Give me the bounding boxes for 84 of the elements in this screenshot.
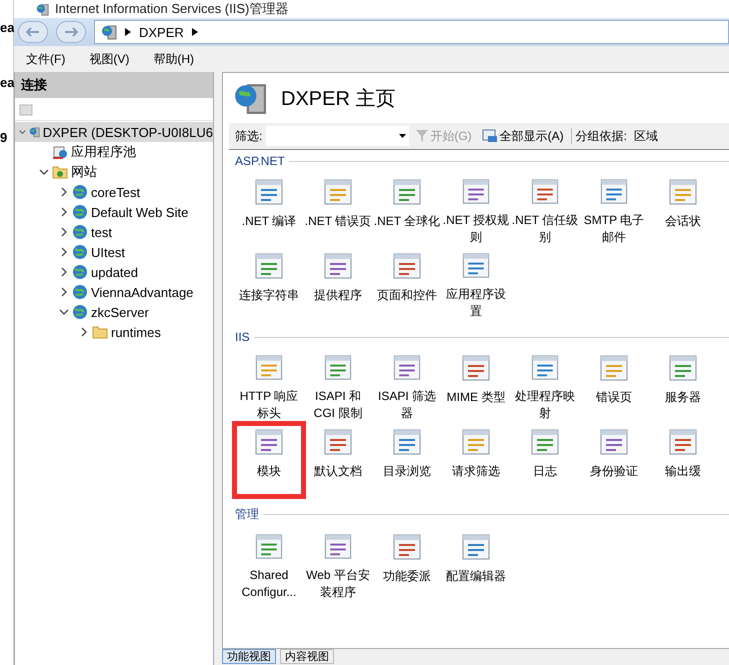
feature-tile[interactable]: 提供程序 [304, 248, 372, 320]
feature-tile[interactable]: .NET 编译 [235, 174, 303, 246]
group-by-dropdown[interactable]: 区域 [631, 128, 662, 144]
feature-tile[interactable]: Web 平台安装程序 [304, 529, 372, 601]
tree-item[interactable]: runtimes [15, 322, 213, 342]
folder-globe-icon [52, 165, 68, 179]
address-bar[interactable]: DXPER [94, 20, 729, 44]
feature-tile[interactable]: Shared Configur... [235, 529, 303, 601]
page-title: DXPER 主页 [281, 86, 396, 112]
feature-tile[interactable]: 默认文档 [304, 424, 372, 496]
breadcrumb-item[interactable]: DXPER [139, 24, 184, 40]
window-title: Internet Information Services (IIS)管理器 [55, 1, 288, 17]
globe-icon [72, 224, 88, 240]
panel-title: 连接 [15, 72, 213, 98]
filter-label: 筛选: [235, 128, 262, 144]
group-title: ASP.NET [235, 154, 285, 168]
feature-tile[interactable]: 连接字符串 [235, 248, 303, 320]
group-title: 管理 [235, 506, 259, 523]
window-icon [482, 129, 498, 143]
feature-tile[interactable]: 页面和控件 [373, 248, 441, 320]
funnel-icon [416, 130, 428, 142]
background-text: ea [0, 75, 13, 90]
arrow-icon [125, 28, 131, 36]
pool-icon [52, 144, 68, 160]
group-title: IIS [235, 330, 250, 344]
feature-tile[interactable]: 处理程序映射 [511, 350, 579, 422]
feature-tile[interactable]: 会话状 [649, 174, 717, 246]
feature-tile[interactable]: .NET 授权规则 [442, 174, 510, 246]
view-tab[interactable]: 内容视图 [280, 649, 334, 664]
feature-tile[interactable]: HTTP 响应标头 [235, 350, 303, 422]
background-text: 9 [0, 130, 8, 145]
dropdown-icon[interactable] [399, 134, 406, 138]
globe-icon [72, 304, 88, 320]
feature-tile[interactable]: .NET 错误页 [304, 174, 372, 246]
feature-tile[interactable]: 目录浏览 [373, 424, 441, 496]
feature-tile[interactable]: 输出缓 [649, 424, 717, 496]
collapsed-chevron-icon[interactable] [79, 327, 89, 337]
highlighted-feature-tile[interactable]: 模块 [235, 424, 303, 496]
feature-tile[interactable]: 功能委派 [373, 529, 441, 601]
feature-tile[interactable]: 应用程序设置 [442, 248, 510, 320]
tree-item[interactable]: Default Web Site [15, 202, 213, 222]
tree-item[interactable]: UItest [15, 242, 213, 262]
feature-tile[interactable]: .NET 信任级别 [511, 174, 579, 246]
globe-icon [72, 204, 88, 220]
tree-item[interactable]: test [15, 222, 213, 242]
filter-field[interactable] [266, 126, 410, 146]
feature-tile[interactable]: .NET 全球化 [373, 174, 441, 246]
feature-tile[interactable]: 日志 [511, 424, 579, 496]
forward-arrow-icon [64, 27, 78, 37]
feature-tile[interactable]: SMTP 电子邮件 [580, 174, 648, 246]
menu-item[interactable]: 帮助(H) [153, 50, 194, 68]
view-tab[interactable]: 功能视图 [222, 649, 276, 664]
globe-icon [72, 284, 88, 300]
globe-icon [72, 184, 88, 200]
back-arrow-icon [26, 27, 40, 37]
server-globe-icon [233, 81, 267, 115]
tree-item[interactable]: 网站 [15, 162, 213, 182]
expanded-chevron-icon[interactable] [39, 167, 49, 177]
feature-tile[interactable]: 服务器 [649, 350, 717, 422]
feature-tile[interactable]: 身份验证 [580, 424, 648, 496]
tree-item[interactable]: 应用程序池 [15, 142, 213, 162]
feature-tile[interactable]: ISAPI 和 CGI 限制 [304, 350, 372, 422]
feature-tile[interactable]: ISAPI 筛选器 [373, 350, 441, 422]
feature-tile[interactable]: 配置编辑器 [442, 529, 510, 601]
tree-item[interactable]: DXPER (DESKTOP-U0I8LU6 [15, 122, 213, 142]
tree-item[interactable]: updated [15, 262, 213, 282]
group-by-label: 分组依据: [576, 128, 628, 144]
menu-item[interactable]: 视图(V) [89, 50, 130, 68]
server-globe-icon [36, 2, 49, 16]
background-text: ea [0, 20, 13, 35]
menu-item[interactable]: 文件(F) [26, 50, 66, 68]
show-all-button[interactable]: 全部显示(A) [478, 128, 567, 144]
feature-tile[interactable]: 请求筛选 [442, 424, 510, 496]
feature-tile[interactable]: 错误页 [580, 350, 648, 422]
server-globe-icon [101, 24, 117, 40]
globe-icon [72, 264, 88, 280]
tree-item[interactable]: ViennaAdvantage [15, 282, 213, 302]
expanded-chevron-icon[interactable] [59, 307, 69, 317]
tree-item[interactable]: coreTest [15, 182, 213, 202]
arrow-icon [192, 28, 198, 36]
feature-tile[interactable]: MIME 类型 [442, 350, 510, 422]
tree-item[interactable]: zkcServer [15, 302, 213, 322]
globe-icon [72, 244, 88, 260]
folder-icon [92, 325, 108, 339]
